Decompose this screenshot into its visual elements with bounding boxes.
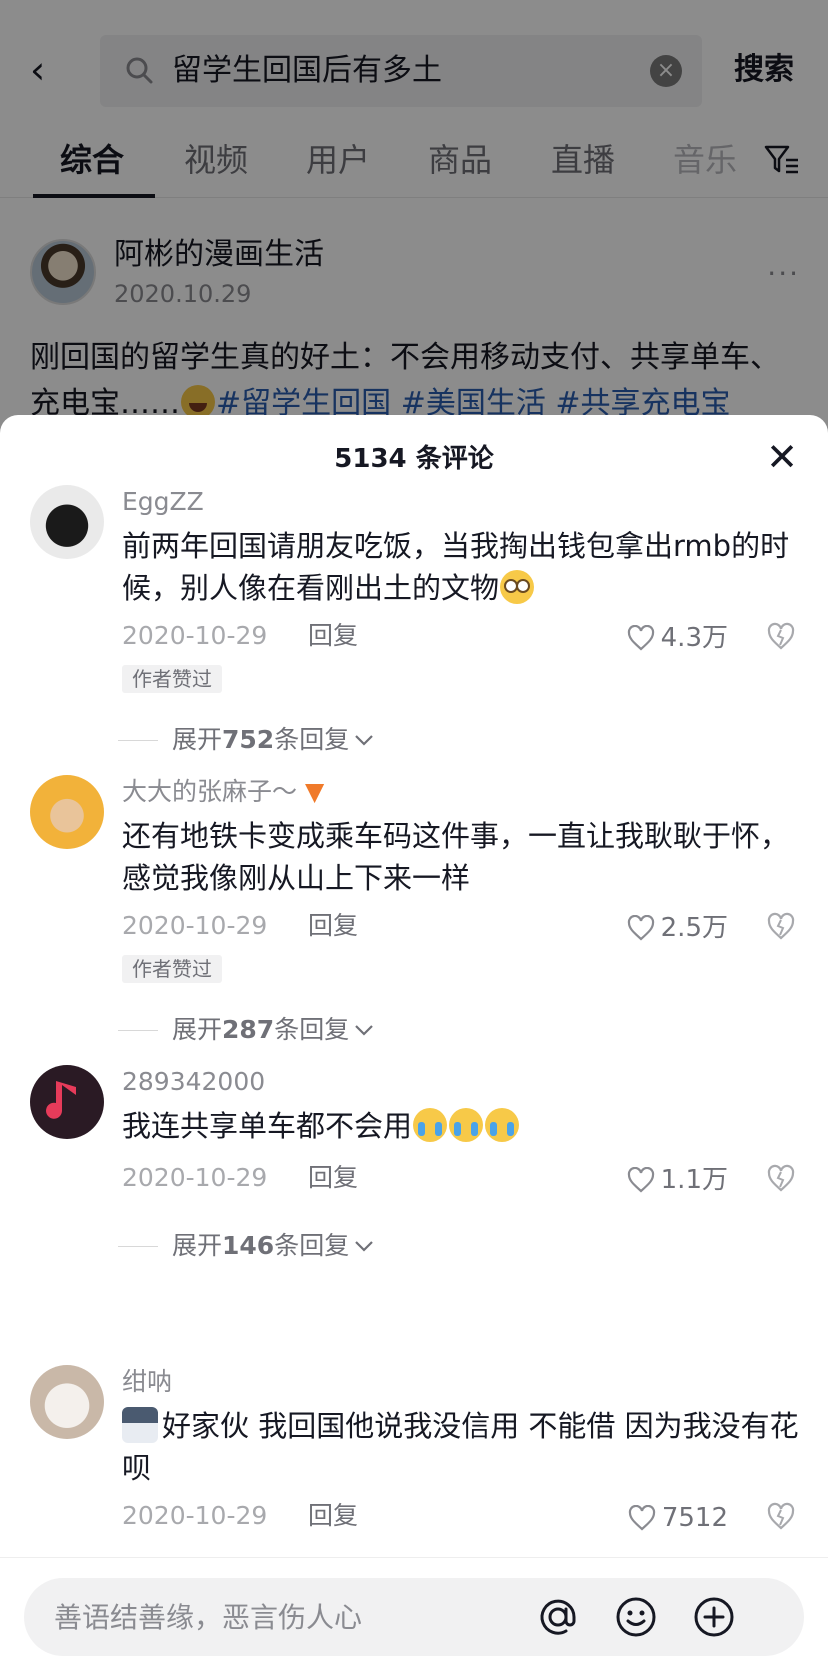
expand-prefix: 展开 [172, 1231, 223, 1260]
broken-heart-icon[interactable] [766, 911, 796, 941]
comment-username[interactable]: EggZZ [122, 485, 204, 519]
reply-button[interactable]: 回复 [308, 909, 358, 943]
reply-button[interactable]: 回复 [308, 619, 358, 653]
comment-input[interactable] [54, 1594, 554, 1640]
author-liked-badge: 作者赞过 [122, 955, 222, 983]
like-button[interactable]: 4.3万 [627, 621, 728, 655]
divider [118, 1245, 158, 1247]
crying-emoji-icon [449, 1108, 484, 1142]
comment-text: 好家伙 我回国他说我没信用 不能借 因为我没有花呗 [122, 1405, 802, 1489]
like-count: 1.1万 [660, 1165, 728, 1195]
comment-input-container[interactable] [24, 1578, 804, 1656]
divider [118, 1029, 158, 1031]
heart-icon [627, 915, 654, 941]
reply-count: 287 [222, 1015, 275, 1044]
expand-suffix: 条回复 [274, 725, 350, 754]
expand-suffix: 条回复 [274, 1231, 350, 1260]
comment-text-body: 我连共享单车都不会用 [122, 1109, 413, 1143]
comment-sheet: 5134 条评论 ✕ EggZZ 前两年回国请朋友吃饭，当我掏出钱包拿出rmb的… [0, 415, 828, 1673]
heart-icon [627, 1167, 654, 1193]
divider [118, 739, 158, 741]
plus-circle-icon[interactable] [692, 1595, 736, 1639]
broken-heart-icon[interactable] [766, 621, 796, 651]
like-button[interactable]: 7512 [628, 1501, 728, 1535]
heart-icon [628, 1505, 655, 1531]
comment-username[interactable]: 绀呐 [122, 1365, 172, 1399]
avatar[interactable] [30, 485, 104, 559]
comment-text: 前两年回国请朋友吃饭，当我掏出钱包拿出rmb的时候，别人像在看刚出土的文物 [122, 525, 802, 609]
comment-date: 2020-10-29 [122, 1163, 268, 1192]
husky-emoji-icon [122, 1407, 158, 1443]
comment-username[interactable]: 大大的张麻子～ ▼ [122, 775, 324, 809]
chevron-down-icon [355, 1241, 373, 1252]
crying-emoji-icon [485, 1108, 520, 1142]
comment-input-bar [0, 1557, 828, 1673]
broken-heart-icon[interactable] [766, 1501, 796, 1531]
expand-replies-button[interactable]: 展开 752 条回复 [118, 723, 375, 757]
heart-icon [627, 625, 654, 651]
comment-date: 2020-10-29 [122, 1501, 268, 1530]
expand-prefix: 展开 [172, 725, 223, 754]
carrot-icon: ▼ [304, 777, 325, 806]
like-button[interactable]: 2.5万 [627, 911, 728, 945]
music-note-icon [46, 1081, 76, 1119]
chevron-down-icon [355, 735, 373, 746]
comment-count-title: 5134 条评论 [334, 444, 494, 474]
close-icon[interactable]: ✕ [762, 437, 802, 477]
comment-date: 2020-10-29 [122, 911, 268, 940]
reply-count: 146 [222, 1231, 275, 1260]
comment-text: 还有地铁卡变成乘车码这件事，一直让我耿耿于怀，感觉我像刚从山上下来一样 [122, 819, 790, 895]
expand-replies-button[interactable]: 展开 287 条回复 [118, 1013, 375, 1047]
comment-text-body: 好家伙 我回国他说我没信用 不能借 因为我没有花呗 [122, 1409, 799, 1485]
comment-text-body: 前两年回国请朋友吃饭，当我掏出钱包拿出rmb的时候，别人像在看刚出土的文物 [122, 529, 790, 605]
like-count: 4.3万 [660, 623, 728, 653]
smiley-icon[interactable] [614, 1595, 658, 1639]
like-button[interactable]: 1.1万 [627, 1163, 728, 1197]
reply-button[interactable]: 回复 [308, 1499, 358, 1533]
chevron-down-icon [355, 1025, 373, 1036]
like-count: 2.5万 [660, 913, 728, 943]
reply-count: 752 [222, 725, 275, 754]
expand-suffix: 条回复 [274, 1015, 350, 1044]
at-icon[interactable] [536, 1595, 580, 1639]
avatar[interactable] [30, 775, 104, 849]
broken-heart-icon[interactable] [766, 1163, 796, 1193]
comment-text: 我连共享单车都不会用 [122, 1105, 802, 1147]
like-count: 7512 [661, 1503, 728, 1533]
expand-replies-button[interactable]: 展开 146 条回复 [118, 1229, 375, 1263]
avatar[interactable] [30, 1365, 104, 1439]
expand-prefix: 展开 [172, 1015, 223, 1044]
avatar[interactable] [30, 1065, 104, 1139]
crying-emoji-icon [413, 1108, 448, 1142]
author-liked-badge: 作者赞过 [122, 665, 222, 693]
comment-username-text: 大大的张麻子～ [122, 777, 298, 806]
reply-button[interactable]: 回复 [308, 1161, 358, 1195]
comment-date: 2020-10-29 [122, 621, 268, 650]
shocked-emoji-icon [500, 570, 535, 604]
comment-username[interactable]: 289342000 [122, 1065, 265, 1099]
